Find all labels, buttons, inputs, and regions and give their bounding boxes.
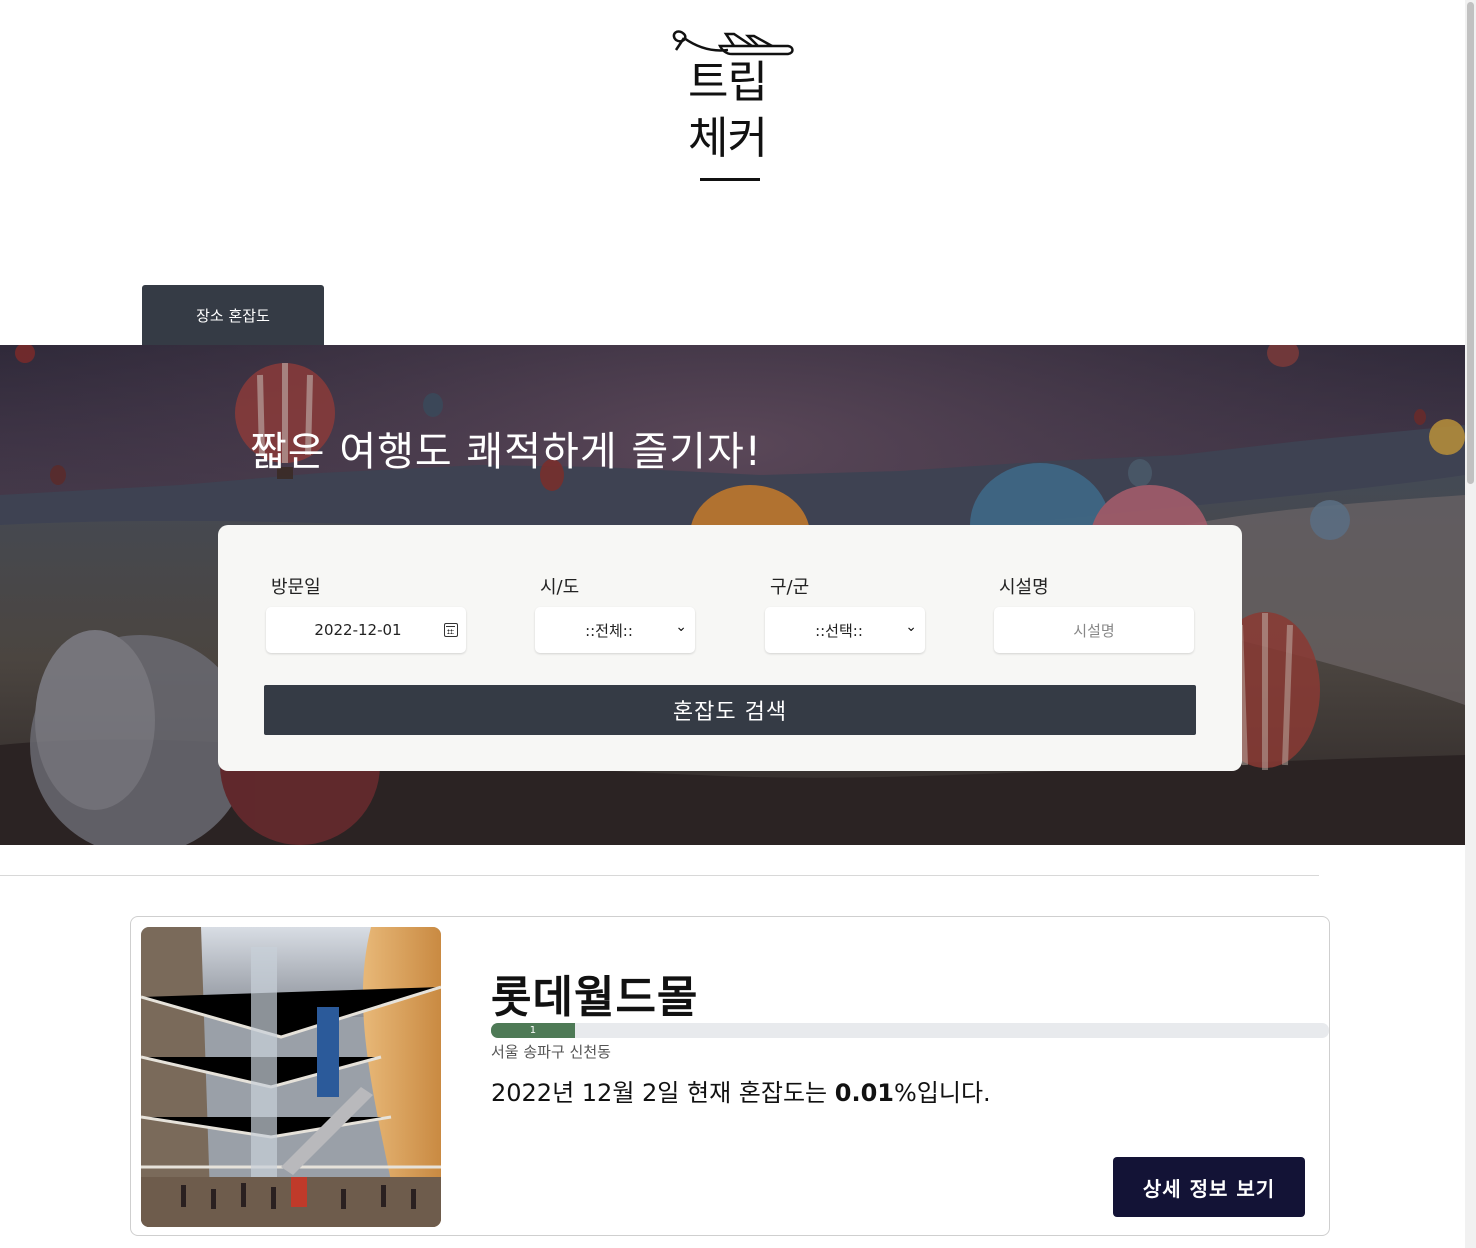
chevron-down-icon: ⌄	[675, 619, 687, 635]
place-address: 서울 송파구 신천동	[491, 1043, 611, 1061]
logo-text-line2: 체커	[688, 113, 768, 164]
result-card: 롯데월드몰 1 서울 송파구 신천동 2022년 12월 2일 현재 혼잡도는 …	[130, 916, 1330, 1236]
logo-underline	[700, 178, 760, 181]
city-label: 시/도	[540, 577, 580, 598]
chevron-down-icon: ⌄	[905, 619, 917, 635]
city-select[interactable]: ::전체:: ⌄	[535, 607, 695, 653]
district-select-value: ::선택::	[815, 621, 863, 640]
calendar-icon[interactable]	[444, 623, 458, 637]
tab-place-congestion[interactable]: 장소 혼잡도	[142, 285, 324, 345]
congestion-search-button[interactable]: 혼잡도 검색	[264, 685, 1196, 735]
city-select-value: ::전체::	[585, 621, 633, 640]
facility-input[interactable]: 시설명	[994, 607, 1194, 653]
logo-text-line1: 트립	[688, 57, 768, 108]
visit-date-label: 방문일	[271, 577, 321, 598]
search-panel: 방문일 2022-12-01 시/도 ::전체:: ⌄ 구/군 ::선택:: ⌄…	[218, 525, 1242, 771]
scrollbar[interactable]	[1465, 0, 1476, 1248]
scrollbar-thumb[interactable]	[1467, 2, 1474, 484]
divider	[0, 875, 1319, 876]
visit-date-value: 2022-12-01	[314, 621, 402, 639]
congestion-progress-bar: 1	[491, 1023, 1329, 1038]
congestion-description: 2022년 12월 2일 현재 혼잡도는 0.01%입니다.	[491, 1073, 991, 1108]
place-title: 롯데월드몰	[491, 972, 699, 1023]
facility-placeholder: 시설명	[1073, 621, 1115, 640]
hero-banner: 짧은 여행도 쾌적하게 즐기자! 방문일 2022-12-01 시/도 ::전체…	[0, 345, 1465, 845]
facility-label: 시설명	[999, 577, 1049, 598]
desc-prefix: 2022년 12월 2일 현재 혼잡도는	[491, 1079, 835, 1107]
page: 트립 체커 장소 혼잡도 짧은 여행도 쾌적하게 즐기자! 방문일 2022-1…	[0, 0, 1476, 1248]
district-select[interactable]: ::선택:: ⌄	[765, 607, 925, 653]
site-logo[interactable]: 트립 체커	[664, 26, 794, 186]
progress-fill: 1	[491, 1023, 575, 1038]
hero-title: 짧은 여행도 쾌적하게 즐기자!	[250, 429, 762, 475]
view-details-button[interactable]: 상세 정보 보기	[1113, 1157, 1305, 1217]
district-label: 구/군	[770, 577, 810, 598]
visit-date-input[interactable]: 2022-12-01	[266, 607, 466, 653]
congestion-value: 0.01	[834, 1079, 894, 1107]
mall-photo	[141, 927, 441, 1227]
desc-suffix: %입니다.	[893, 1079, 991, 1107]
